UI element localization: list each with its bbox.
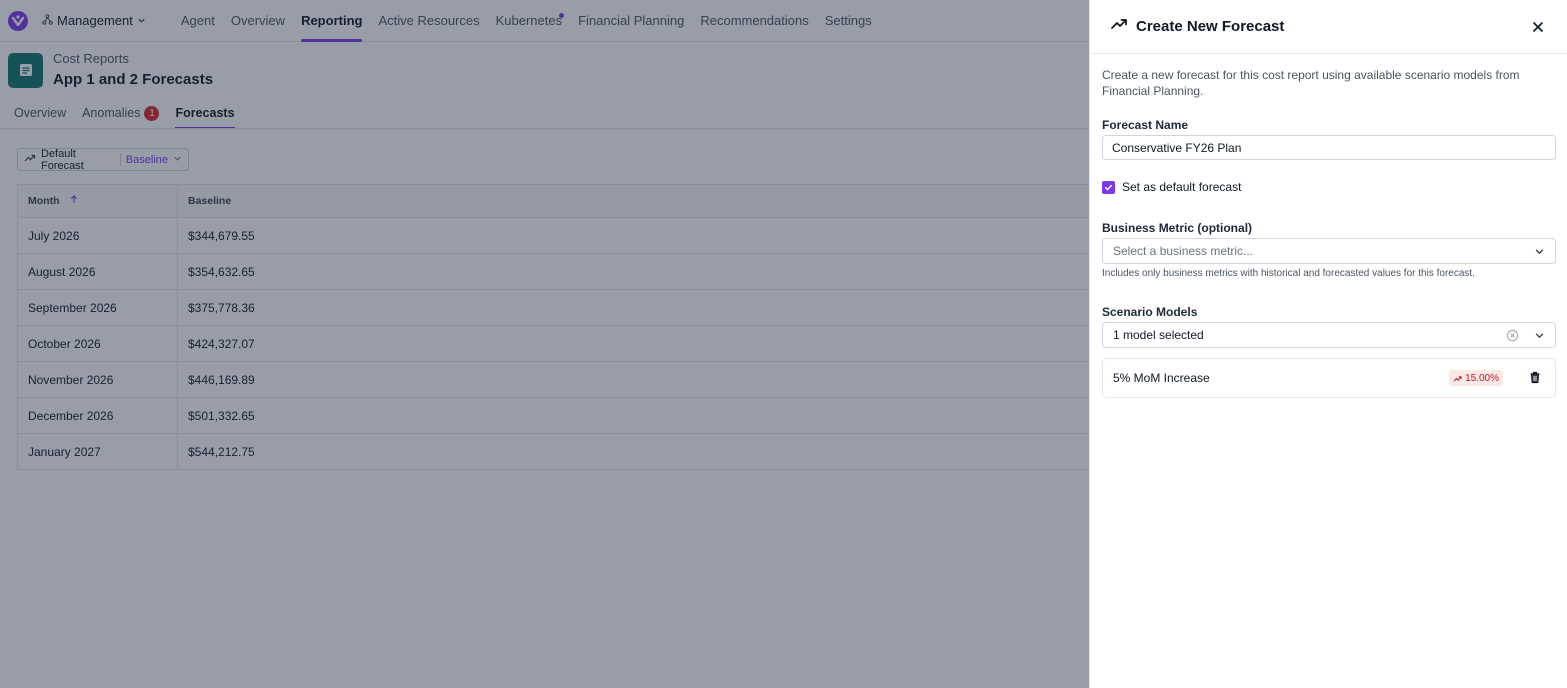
chevron-down-icon bbox=[1534, 330, 1545, 344]
check-icon bbox=[1104, 184, 1113, 190]
scenario-models-field: Scenario Models 1 model selected bbox=[1102, 305, 1556, 348]
scenario-change-badge: 15.00% bbox=[1449, 370, 1503, 386]
default-forecast-label: Set as default forecast bbox=[1122, 180, 1242, 194]
scenario-models-label: Scenario Models bbox=[1102, 305, 1198, 319]
scenario-models-value: 1 model selected bbox=[1113, 328, 1204, 342]
close-icon bbox=[1533, 22, 1543, 32]
clear-circle-icon[interactable] bbox=[1506, 329, 1519, 345]
scenario-change-value: 15.00% bbox=[1465, 372, 1499, 384]
scenario-model-name: 5% MoM Increase bbox=[1113, 371, 1210, 385]
forecast-name-label: Forecast Name bbox=[1102, 118, 1189, 132]
default-forecast-checkbox[interactable] bbox=[1102, 180, 1115, 194]
chevron-down-icon bbox=[1534, 246, 1545, 260]
business-metric-placeholder: Select a business metric... bbox=[1113, 244, 1254, 258]
business-metric-select[interactable]: Select a business metric... bbox=[1102, 238, 1556, 264]
close-button[interactable] bbox=[1529, 18, 1547, 36]
trend-up-icon bbox=[1110, 15, 1128, 38]
business-metric-label: Business Metric (optional) bbox=[1102, 221, 1253, 235]
drawer-body: Create a new forecast for this cost repo… bbox=[1090, 67, 1567, 398]
business-metric-help: Includes only business metrics with hist… bbox=[1102, 268, 1475, 279]
scenario-models-select[interactable]: 1 model selected bbox=[1102, 322, 1556, 348]
forecast-name-input[interactable] bbox=[1102, 135, 1556, 160]
drawer-header: Create New Forecast bbox=[1090, 0, 1567, 54]
drawer-title: Create New Forecast bbox=[1136, 18, 1285, 35]
business-metric-field: Business Metric (optional) Select a busi… bbox=[1102, 221, 1556, 279]
trend-up-icon bbox=[1453, 375, 1462, 382]
scenario-model-card: 5% MoM Increase 15.00% bbox=[1102, 358, 1556, 398]
trash-icon[interactable] bbox=[1529, 371, 1541, 389]
drawer-description: Create a new forecast for this cost repo… bbox=[1102, 68, 1520, 98]
create-forecast-drawer: Create New Forecast Create a new forecas… bbox=[1089, 0, 1567, 688]
modal-backdrop[interactable] bbox=[0, 0, 1089, 688]
forecast-name-field: Forecast Name bbox=[1102, 118, 1556, 160]
default-forecast-toggle[interactable]: Set as default forecast bbox=[1102, 180, 1555, 194]
